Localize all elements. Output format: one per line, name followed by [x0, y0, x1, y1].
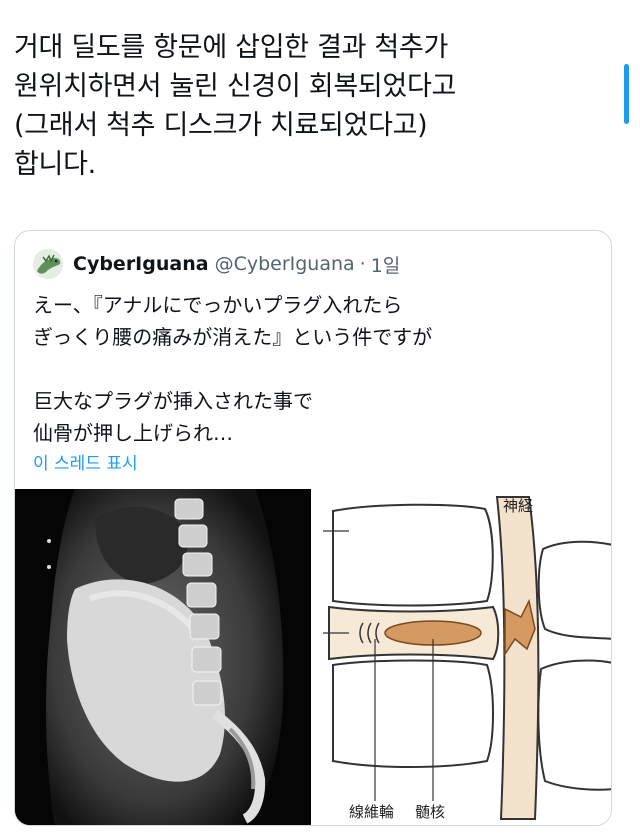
iguana-avatar-icon [33, 249, 63, 279]
spine-diagram-image[interactable]: 神経 線維輪 髄核 [315, 489, 611, 825]
quote-line: えー、『アナルにでっかいプラグ入れたら [33, 293, 403, 317]
spine-diagram: 神経 線維輪 髄核 [323, 496, 611, 821]
separator-dot: · [359, 253, 366, 275]
tweet-line: 원위치하면서 눌린 신경이 회복되었다고 [14, 71, 457, 102]
tweet-line: 거대 딜도를 항문에 삽입한 결과 척추가 [14, 32, 449, 63]
label-annulus: 線維輪 [349, 803, 394, 821]
quote-header: CyberIguana @CyberIguana · 1일 [33, 249, 593, 279]
user-handle[interactable]: @CyberIguana [215, 253, 355, 275]
quote-line: 巨大なプラグが挿入された事で [33, 389, 313, 413]
scroll-indicator [624, 64, 629, 124]
tweet-line: 합니다. [14, 149, 96, 180]
quote-line: ぎっくり腰の痛みが消えた』という件ですが [33, 325, 433, 349]
timestamp[interactable]: 1일 [371, 251, 401, 278]
label-nerve: 神経 [503, 497, 533, 515]
avatar[interactable] [33, 249, 63, 279]
upper-vertebra-shape [332, 503, 494, 607]
quoted-tweet-card[interactable]: CyberIguana @CyberIguana · 1일 えー、『アナルにでっ… [14, 230, 612, 826]
display-name[interactable]: CyberIguana [73, 253, 209, 275]
tweet-line: (그래서 척추 디스크가 치료되었다고) [14, 110, 428, 141]
quote-body: えー、『アナルにでっかいプラグ入れたら ぎっくり腰の痛みが消えた』という件ですが… [33, 289, 593, 449]
quote-line: 仙骨が押し上げられ… [33, 421, 233, 445]
ct-scan-image[interactable] [15, 489, 311, 825]
label-nucleus: 髄核 [415, 803, 445, 821]
ct-scan-illustration [15, 489, 311, 825]
nerve-column-shape [495, 496, 540, 820]
show-thread-link[interactable]: 이 스레드 표시 [33, 449, 138, 474]
quote-line [33, 353, 593, 385]
tweet-text: 거대 딜도를 항문에 삽입한 결과 척추가 원위치하면서 눌린 신경이 회복되었… [14, 28, 614, 184]
lower-vertebra-shape [332, 659, 494, 768]
